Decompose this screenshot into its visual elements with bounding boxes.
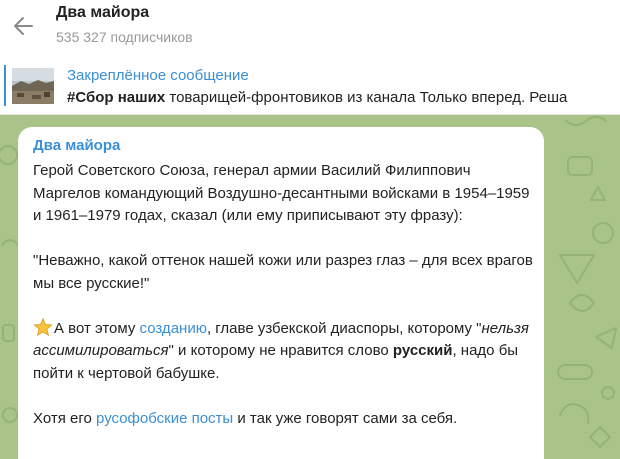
back-button[interactable] [10, 12, 38, 40]
message-quote: "Неважно, какой оттенок нашей кожи или р… [33, 252, 533, 292]
subscriber-count: 535 327 подписчиков [56, 29, 193, 45]
pinned-title: Закреплённое сообщение [67, 67, 249, 84]
message-text: Герой Советского Союза, генерал армии Ва… [33, 160, 538, 430]
message-sender[interactable]: Два майора [33, 137, 120, 154]
message-paragraph: Хотя его русофобские посты и так уже гов… [33, 409, 458, 427]
message-link[interactable]: русофобские посты [96, 410, 233, 427]
pinned-text: #Сбор наших товарищей-фронтовиков из кан… [67, 89, 567, 106]
star-emoji-icon [33, 317, 53, 336]
bold-text: русский [392, 342, 453, 359]
pinned-indicator [4, 65, 6, 106]
channel-header: Два майора 535 327 подписчиков [0, 0, 620, 59]
channel-title[interactable]: Два майора [56, 4, 149, 22]
pinned-thumbnail [12, 68, 54, 104]
chat-area: Два майора Герой Советского Союза, генер… [0, 115, 620, 459]
message-bubble[interactable]: Два майора Герой Советского Союза, генер… [18, 127, 544, 459]
pinned-text-rest: товарищей-фронтовиков из канала Только в… [165, 89, 568, 106]
message-link[interactable]: созданию [140, 320, 207, 337]
message-paragraph: Герой Советского Союза, генерал армии Ва… [33, 162, 530, 224]
arrow-left-icon [14, 17, 33, 35]
pinned-message-bar[interactable]: Закреплённое сообщение #Сбор наших товар… [0, 58, 620, 115]
message-paragraph: А вот этому созданию, главе узбекской ди… [33, 317, 529, 382]
pinned-hashtag[interactable]: #Сбор наших [67, 89, 165, 106]
